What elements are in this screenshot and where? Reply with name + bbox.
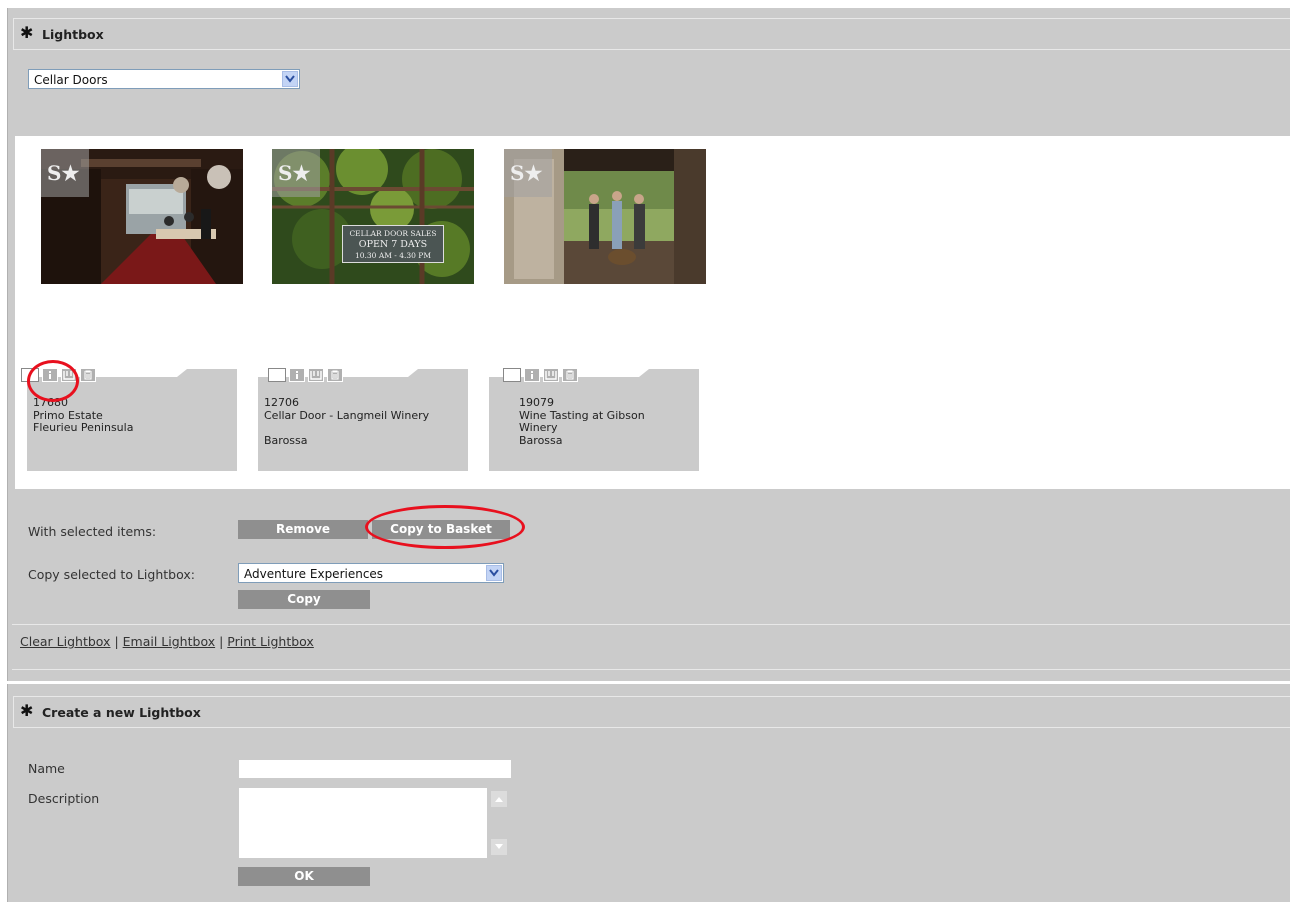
item-actions <box>503 368 578 384</box>
copy-button[interactable]: Copy <box>238 590 370 609</box>
trash-icon[interactable] <box>562 368 578 382</box>
item-thumbnail[interactable]: S★ CELLAR DOOR SALES OPEN 7 DAYS 10.30 A… <box>272 149 474 284</box>
link-separator: | <box>219 634 224 649</box>
trash-icon[interactable] <box>327 368 343 382</box>
item-thumbnail[interactable]: S★ <box>504 149 706 284</box>
checkbox-icon[interactable] <box>503 368 521 382</box>
checkbox-icon[interactable] <box>268 368 286 382</box>
item-title: Cellar Door - Langmeil Winery <box>264 408 430 422</box>
basket-icon[interactable] <box>61 368 77 382</box>
description-scrollbar[interactable] <box>491 788 507 858</box>
email-lightbox-link[interactable]: Email Lightbox <box>123 634 215 649</box>
create-title: Create a new Lightbox <box>42 705 201 720</box>
info-icon[interactable] <box>524 368 540 382</box>
item-line-3: Barossa <box>519 433 563 447</box>
item-line-3 <box>33 435 133 448</box>
lightbox-items-area: S★ S★ CELLAR DOOR SALES OPEN 7 DAYS 10.3… <box>15 136 1290 489</box>
name-input[interactable] <box>239 760 511 778</box>
item-card: 17680 Primo Estate Fleurieu Peninsula <box>21 368 237 471</box>
scroll-up-icon[interactable] <box>491 791 507 807</box>
with-selected-label: With selected items: <box>28 524 157 539</box>
item-line-3: Barossa <box>264 433 308 447</box>
remove-button[interactable]: Remove <box>238 520 368 539</box>
item-info: 17680 Primo Estate Fleurieu Peninsula <box>33 396 134 448</box>
lightbox-title: Lightbox <box>42 27 104 42</box>
sign-line-1: CELLAR DOOR SALES <box>349 229 437 238</box>
clear-lightbox-link[interactable]: Clear Lightbox <box>20 634 110 649</box>
basket-icon[interactable] <box>308 368 324 382</box>
item-card: 12706 Cellar Door - Langmeil Winery Baro… <box>258 368 468 471</box>
sign-line-2: OPEN 7 DAYS <box>358 239 428 250</box>
divider <box>12 624 1290 625</box>
item-thumbnail[interactable]: S★ <box>41 149 243 284</box>
asterisk-icon: ✱ <box>20 701 34 720</box>
item-card: 19079 Wine Tasting at Gibson Winery Baro… <box>489 368 699 471</box>
scroll-down-icon[interactable] <box>491 839 507 855</box>
item-line-2: Winery <box>519 421 558 434</box>
create-lightbox-panel: ✱ Create a new Lightbox <box>7 684 1290 902</box>
chevron-down-icon[interactable] <box>282 71 298 87</box>
asterisk-icon: ✱ <box>20 23 34 42</box>
lightbox-select-value: Cellar Doors <box>34 73 108 87</box>
link-separator: | <box>114 634 119 649</box>
copy-target-select[interactable]: Adventure Experiences <box>238 563 504 583</box>
info-icon[interactable] <box>42 368 58 382</box>
watermark-logo: S★ <box>504 149 552 197</box>
checkbox-icon[interactable] <box>21 368 39 382</box>
sign-line-3: 10.30 AM - 4.30 PM <box>354 251 432 260</box>
lightbox-links: Clear Lightbox | Email Lightbox | Print … <box>20 634 314 649</box>
trash-icon[interactable] <box>80 368 96 382</box>
name-label: Name <box>28 761 65 776</box>
create-header: ✱ Create a new Lightbox <box>13 696 1290 728</box>
description-label: Description <box>28 791 100 806</box>
cellar-door-sign: CELLAR DOOR SALES OPEN 7 DAYS 10.30 AM -… <box>342 225 444 263</box>
info-icon[interactable] <box>289 368 305 382</box>
chevron-down-icon[interactable] <box>486 565 502 581</box>
basket-icon[interactable] <box>543 368 559 382</box>
item-actions <box>21 368 96 384</box>
description-textarea[interactable] <box>239 788 487 858</box>
item-line-2 <box>264 422 429 435</box>
copy-target-value: Adventure Experiences <box>244 567 384 581</box>
lightbox-select[interactable]: Cellar Doors <box>28 69 300 89</box>
divider <box>12 669 1290 670</box>
item-info: 19079 Wine Tasting at Gibson Winery Baro… <box>519 396 645 447</box>
watermark-logo: S★ <box>272 149 320 197</box>
watermark-logo: S★ <box>41 149 89 197</box>
print-lightbox-link[interactable]: Print Lightbox <box>227 634 314 649</box>
item-line-2: Fleurieu Peninsula <box>33 421 134 434</box>
ok-button[interactable]: OK <box>238 867 370 886</box>
item-actions <box>268 368 343 384</box>
item-id: 19079 <box>519 396 554 409</box>
item-info: 12706 Cellar Door - Langmeil Winery Baro… <box>264 396 430 447</box>
item-id: 17680 <box>33 396 68 409</box>
copy-selected-label: Copy selected to Lightbox: <box>28 567 195 582</box>
lightbox-header: ✱ Lightbox <box>13 18 1290 50</box>
item-id: 12706 <box>264 396 299 409</box>
copy-to-basket-button[interactable]: Copy to Basket <box>372 520 510 539</box>
